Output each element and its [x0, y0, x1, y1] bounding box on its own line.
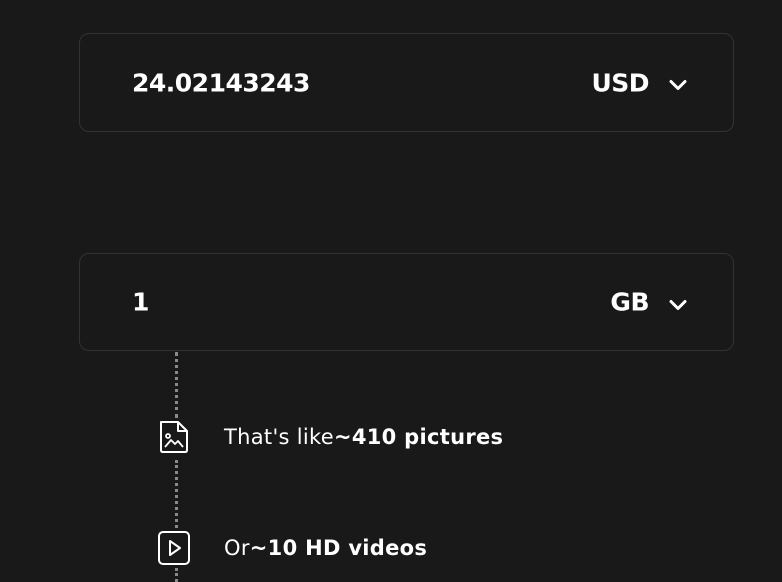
data-unit-select[interactable]: GB	[610, 288, 687, 317]
currency-select[interactable]: USD	[591, 68, 687, 97]
converter-page: USD GB	[0, 0, 782, 582]
videos-equivalent-row: Or~10 HD videos	[157, 530, 427, 566]
data-amount-input[interactable]	[132, 287, 512, 317]
dotted-connector	[175, 460, 180, 528]
pictures-equivalent-row: That's like~410 pictures	[157, 419, 503, 455]
data-unit-label: GB	[610, 287, 649, 317]
amount-input-box: USD	[79, 33, 734, 132]
pictures-count: ~410 pictures	[333, 425, 504, 449]
video-play-icon	[157, 530, 191, 566]
dotted-connector	[175, 568, 180, 582]
currency-unit-label: USD	[591, 68, 649, 97]
videos-count: ~10 HD videos	[249, 536, 428, 560]
dotted-connector	[175, 352, 180, 418]
image-file-icon	[157, 419, 191, 455]
amount-input[interactable]	[132, 68, 512, 97]
chevron-down-icon	[669, 296, 687, 310]
videos-equivalent-text: Or~10 HD videos	[224, 536, 427, 560]
pictures-prefix: That's like	[224, 425, 334, 449]
chevron-down-icon	[669, 77, 687, 90]
videos-prefix: Or	[224, 536, 250, 560]
data-amount-input-box: GB	[79, 253, 734, 351]
pictures-equivalent-text: That's like~410 pictures	[224, 425, 503, 449]
